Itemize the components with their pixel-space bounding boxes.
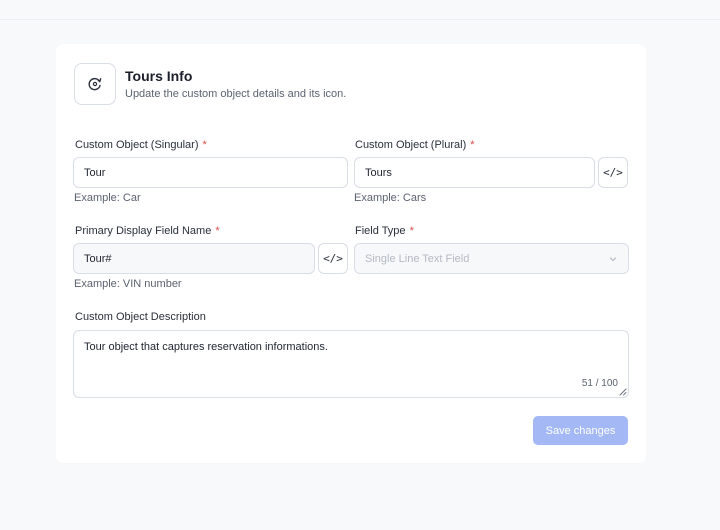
plural-input-value: Tours bbox=[365, 166, 392, 179]
primary-field-input[interactable]: Tour# bbox=[73, 243, 315, 274]
field-type-selected-value: Single Line Text Field bbox=[365, 252, 470, 265]
tours-info-card: Tours Info Update the custom object deta… bbox=[56, 44, 646, 463]
rotate-location-icon bbox=[88, 77, 102, 91]
singular-hint: Example: Car bbox=[74, 192, 141, 204]
singular-input-value: Tour bbox=[84, 166, 106, 179]
plural-hint: Example: Cars bbox=[354, 192, 427, 204]
singular-label-text: Custom Object (Singular) bbox=[75, 139, 199, 151]
primary-field-input-value: Tour# bbox=[84, 252, 112, 265]
required-asterisk: * bbox=[409, 225, 414, 237]
primary-field-label-text: Primary Display Field Name bbox=[75, 225, 212, 237]
primary-field-label: Primary Display Field Name * bbox=[75, 225, 220, 237]
chevron-down-icon bbox=[609, 256, 617, 261]
plural-label-text: Custom Object (Plural) bbox=[355, 139, 467, 151]
singular-label: Custom Object (Singular) * bbox=[75, 139, 207, 151]
card-title: Tours Info bbox=[125, 68, 193, 84]
field-type-label-text: Field Type bbox=[355, 225, 406, 237]
description-textarea[interactable]: Tour object that captures reservation in… bbox=[73, 330, 629, 398]
description-label: Custom Object Description bbox=[75, 311, 206, 323]
required-asterisk: * bbox=[202, 139, 207, 151]
primary-field-code-button[interactable]: </> bbox=[318, 243, 348, 274]
singular-input[interactable]: Tour bbox=[73, 157, 348, 188]
field-type-select[interactable]: Single Line Text Field bbox=[354, 243, 629, 274]
description-value: Tour object that captures reservation in… bbox=[84, 341, 328, 353]
plural-input[interactable]: Tours bbox=[354, 157, 595, 188]
plural-code-button[interactable]: </> bbox=[598, 157, 628, 188]
top-divider bbox=[0, 19, 720, 20]
object-icon-picker[interactable] bbox=[74, 63, 116, 105]
required-asterisk: * bbox=[215, 225, 220, 237]
required-asterisk: * bbox=[470, 139, 475, 151]
resize-handle-icon[interactable] bbox=[619, 388, 627, 396]
card-subtitle: Update the custom object details and its… bbox=[125, 88, 347, 100]
code-icon: </> bbox=[323, 252, 343, 265]
character-counter: 51 / 100 bbox=[581, 378, 618, 389]
plural-label: Custom Object (Plural) * bbox=[355, 139, 475, 151]
save-changes-button[interactable]: Save changes bbox=[533, 416, 628, 445]
field-type-label: Field Type * bbox=[355, 225, 414, 237]
code-icon: </> bbox=[603, 166, 623, 179]
primary-field-hint: Example: VIN number bbox=[74, 278, 182, 290]
